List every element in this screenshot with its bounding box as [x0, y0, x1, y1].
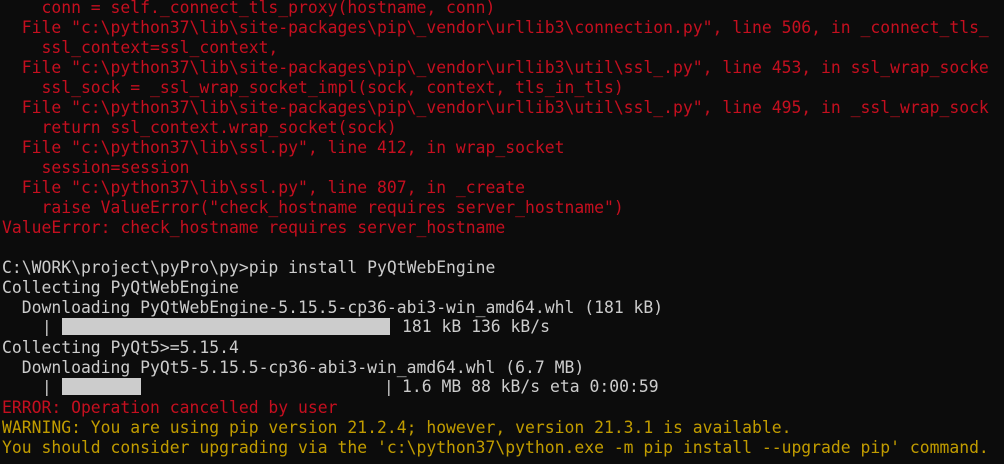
progress-bar-left-edge: | — [42, 317, 52, 336]
traceback-line: session=session — [2, 158, 190, 177]
value-error-line: ValueError: check_hostname requires serv… — [2, 218, 506, 237]
warning-line: You should consider upgrading via the 'c… — [2, 438, 989, 457]
traceback-line: conn = self._connect_tls_proxy(hostname,… — [2, 0, 496, 17]
traceback-line: ssl_context=ssl_context, — [2, 38, 279, 57]
progress-bar-right-edge: | — [384, 377, 394, 396]
traceback-line: raise ValueError("check_hostname require… — [2, 198, 624, 217]
traceback-line: File "c:\python37\lib\site-packages\pip\… — [2, 58, 989, 77]
traceback-line: File "c:\python37\lib\ssl.py", line 412,… — [2, 138, 565, 157]
command-prompt-line: C:\WORK\project\pyPro\py>pip install PyQ… — [2, 258, 496, 277]
traceback-line: File "c:\python37\lib\site-packages\pip\… — [2, 98, 989, 117]
warning-line: WARNING: You are using pip version 21.2.… — [2, 418, 792, 437]
progress-bar-fill — [62, 318, 390, 335]
progress-bar-left-edge: | — [42, 377, 52, 396]
downloading-line: Downloading PyQtWebEngine-5.15.5-cp36-ab… — [2, 298, 664, 317]
collecting-line: Collecting PyQtWebEngine — [2, 278, 239, 297]
progress-status: 181 kB 136 kB/s — [402, 317, 551, 336]
traceback-line: File "c:\python37\lib\ssl.py", line 807,… — [2, 178, 526, 197]
traceback-line: ssl_sock = _ssl_wrap_socket_impl(sock, c… — [2, 78, 624, 97]
progress-bar-fill — [62, 378, 141, 395]
collecting-line: Collecting PyQt5>=5.15.4 — [2, 338, 239, 357]
terminal-window[interactable]: conn = self._connect_tls_proxy(hostname,… — [0, 0, 1004, 464]
progress-status: 1.6 MB 88 kB/s eta 0:00:59 — [402, 377, 659, 396]
downloading-line: Downloading PyQt5-5.15.5-cp36-abi3-win_a… — [2, 358, 585, 377]
traceback-line: return ssl_context.wrap_socket(sock) — [2, 118, 397, 137]
error-line: ERROR: Operation cancelled by user — [2, 398, 338, 417]
traceback-line: File "c:\python37\lib\site-packages\pip\… — [2, 18, 989, 37]
